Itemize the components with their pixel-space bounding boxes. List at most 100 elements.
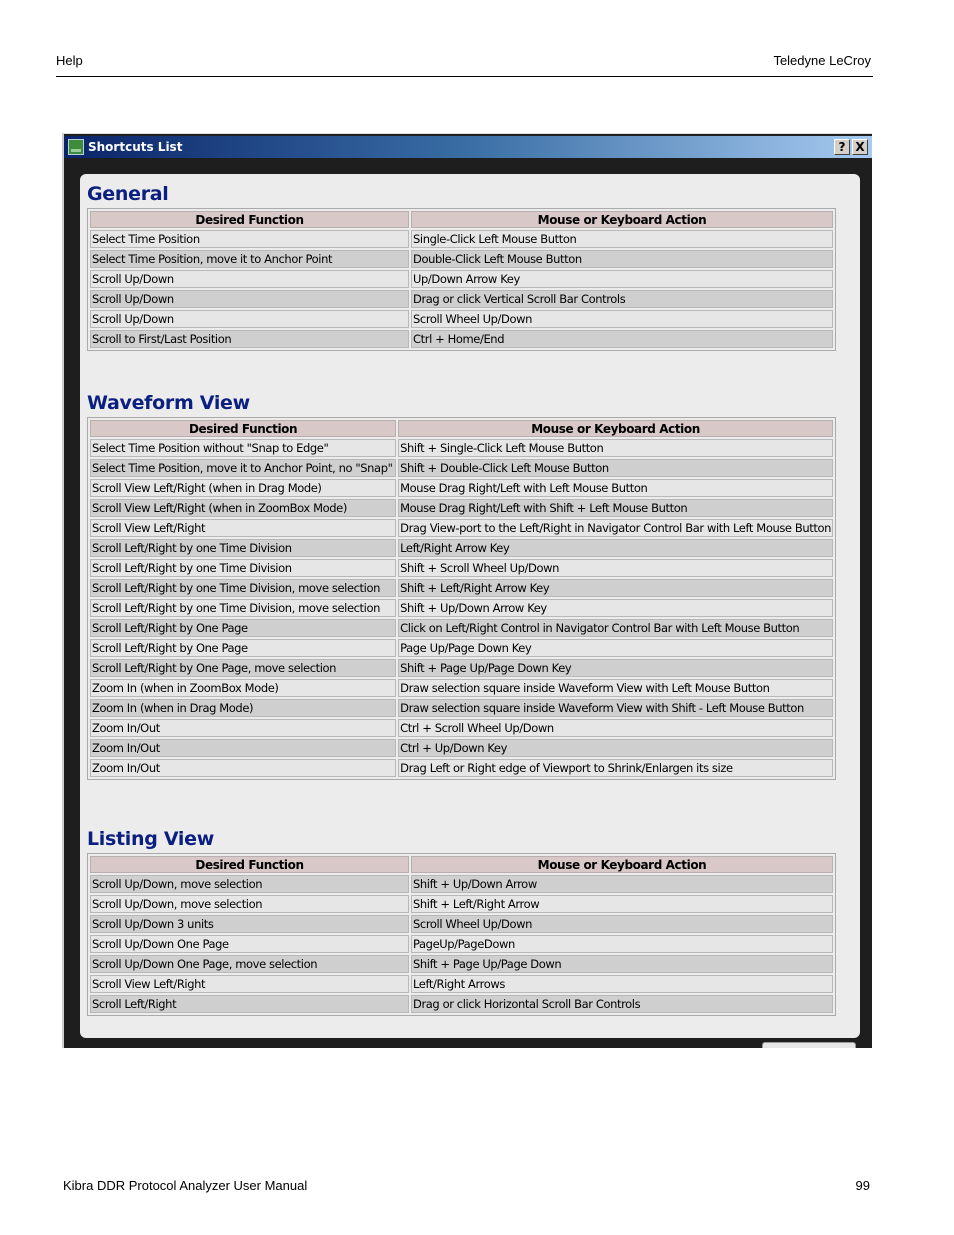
page-header: Help Teledyne LeCroy [56,52,873,77]
function-cell: Scroll Up/Down, move selection [90,875,409,893]
function-cell: Scroll Left/Right by one Time Division, … [90,579,397,597]
function-cell: Scroll View Left/Right (when in ZoomBox … [90,499,397,517]
function-cell: Zoom In (when in Drag Mode) [90,699,397,717]
table-row: Scroll Up/Down Up/Down Arrow Key [90,270,833,288]
title-bar[interactable]: Shortcuts List ? X [64,136,872,158]
action-cell: Shift + Page Up/Page Down Key [398,659,833,677]
help-button[interactable]: ? [834,139,850,155]
function-cell: Zoom In/Out [90,719,397,737]
action-cell: Ctrl + Up/Down Key [398,739,833,757]
table-row: Scroll Left/Right by One Page Click on Le… [90,619,833,637]
action-cell: Shift + Up/Down Arrow Key [398,599,833,617]
column-header-action: Mouse or Keyboard Action [398,420,833,437]
function-cell: Select Time Position, move it to Anchor … [90,250,409,268]
action-cell: Click on Left/Right Control in Navigator… [398,619,833,637]
table-row: Scroll Left/Right by One Page Page Up/Pag… [90,639,833,657]
function-cell: Scroll Left/Right [90,995,409,1013]
action-cell: Shift + Left/Right Arrow [411,895,833,913]
action-cell: Double-Click Left Mouse Button [411,250,833,268]
action-cell: Drag Left or Right edge of Viewport to S… [398,759,833,777]
function-cell: Scroll Left/Right by One Page [90,639,397,657]
table-row: Zoom In/Out Ctrl + Scroll Wheel Up/Down [90,719,833,737]
action-cell: Ctrl + Scroll Wheel Up/Down [398,719,833,737]
table-row: Scroll Left/Right by one Time Division Sh… [90,559,833,577]
action-cell: Mouse Drag Right/Left with Left Mouse Bu… [398,479,833,497]
action-cell: Scroll Wheel Up/Down [411,915,833,933]
function-cell: Scroll Up/Down [90,270,409,288]
function-cell: Scroll Up/Down 3 units [90,915,409,933]
table-row: Zoom In/Out Ctrl + Up/Down Key [90,739,833,757]
function-cell: Scroll Up/Down, move selection [90,895,409,913]
column-header-desired-function: Desired Function [90,211,409,228]
column-header-desired-function: Desired Function [90,856,409,873]
table-row: Scroll View Left/Right (when in ZoomBox … [90,499,833,517]
table-header-row: Desired Function Mouse or Keyboard Action [90,211,833,228]
table-row: Select Time Position, move it to Anchor … [90,459,833,477]
dialog-button[interactable] [762,1042,856,1048]
table-row: Scroll Up/Down One Page PageUp/PageDown [90,935,833,953]
table-header-row: Desired Function Mouse or Keyboard Action [90,420,833,437]
window-title: Shortcuts List [88,140,183,154]
section-title-listing-view: Listing View [87,828,214,850]
action-cell: Shift + Single-Click Left Mouse Button [398,439,833,457]
action-cell: Left/Right Arrows [411,975,833,993]
function-cell: Scroll Left/Right by one Time Division [90,559,397,577]
table-row: Scroll View Left/Right (when in Drag Mod… [90,479,833,497]
function-cell: Scroll Left/Right by one Time Division [90,539,397,557]
table-row: Zoom In/Out Drag Left or Right edge of Vi… [90,759,833,777]
action-cell: Shift + Double-Click Left Mouse Button [398,459,833,477]
page-number: 99 [855,1178,870,1193]
table-header-row: Desired Function Mouse or Keyboard Action [90,856,833,873]
action-cell: Left/Right Arrow Key [398,539,833,557]
close-button[interactable]: X [852,139,868,155]
page-footer: Kibra DDR Protocol Analyzer User Manual … [63,1178,870,1193]
action-cell: Up/Down Arrow Key [411,270,833,288]
table-row: Scroll Up/Down One Page, move selection S… [90,955,833,973]
table-row: Scroll View Left/Right Left/Right Arrows [90,975,833,993]
table-row: Scroll View Left/Right Drag View-port to … [90,519,833,537]
app-icon [68,139,84,155]
function-cell: Scroll Up/Down One Page [90,935,409,953]
function-cell: Select Time Position, move it to Anchor … [90,459,397,477]
function-cell: Scroll to First/Last Position [90,330,409,348]
table-row: Scroll Left/Right by One Page, move sele… [90,659,833,677]
table-row: Scroll Left/Right Drag or click Horizonta… [90,995,833,1013]
column-header-desired-function: Desired Function [90,420,397,437]
function-cell: Scroll View Left/Right [90,975,409,993]
function-cell: Zoom In/Out [90,739,397,757]
action-cell: PageUp/PageDown [411,935,833,953]
waveform-view-table: Desired Function Mouse or Keyboard Action… [87,417,836,780]
action-cell: Drag or click Horizontal Scroll Bar Cont… [411,995,833,1013]
action-cell: Single-Click Left Mouse Button [411,230,833,248]
function-cell: Scroll View Left/Right [90,519,397,537]
section-title-general: General [87,183,169,205]
header-company-label: Teledyne LeCroy [773,53,871,68]
listing-view-table: Desired Function Mouse or Keyboard Action… [87,853,836,1016]
table-row: Zoom In (when in Drag Mode) Draw selectio… [90,699,833,717]
function-cell: Scroll Up/Down [90,310,409,328]
column-header-action: Mouse or Keyboard Action [411,856,833,873]
section-title-waveform-view: Waveform View [87,392,250,414]
action-cell: Drag View-port to the Left/Right in Navi… [398,519,833,537]
shortcuts-panel: General Desired Function Mouse or Keyboar… [80,174,860,1038]
function-cell: Select Time Position [90,230,409,248]
action-cell: Page Up/Page Down Key [398,639,833,657]
footer-manual-title: Kibra DDR Protocol Analyzer User Manual [63,1178,308,1193]
action-cell: Drag or click Vertical Scroll Bar Contro… [411,290,833,308]
table-row: Zoom In (when in ZoomBox Mode) Draw selec… [90,679,833,697]
function-cell: Scroll Up/Down [90,290,409,308]
table-row: Scroll Up/Down, move selection Shift + Le… [90,895,833,913]
shortcuts-list-dialog: Shortcuts List ? X General Desired Funct… [62,133,872,1048]
action-cell: Shift + Page Up/Page Down [411,955,833,973]
function-cell: Scroll View Left/Right (when in Drag Mod… [90,479,397,497]
action-cell: Shift + Left/Right Arrow Key [398,579,833,597]
general-table: Desired Function Mouse or Keyboard Action… [87,208,836,351]
function-cell: Zoom In/Out [90,759,397,777]
function-cell: Scroll Left/Right by One Page, move sele… [90,659,397,677]
table-row: Scroll Up/Down, move selection Shift + Up… [90,875,833,893]
table-row: Scroll Up/Down Scroll Wheel Up/Down [90,310,833,328]
table-row: Select Time Position Single-Click Left Mo… [90,230,833,248]
action-cell: Mouse Drag Right/Left with Shift + Left … [398,499,833,517]
table-row: Select Time Position without "Snap to Ed… [90,439,833,457]
table-row: Scroll to First/Last Position Ctrl + Home… [90,330,833,348]
